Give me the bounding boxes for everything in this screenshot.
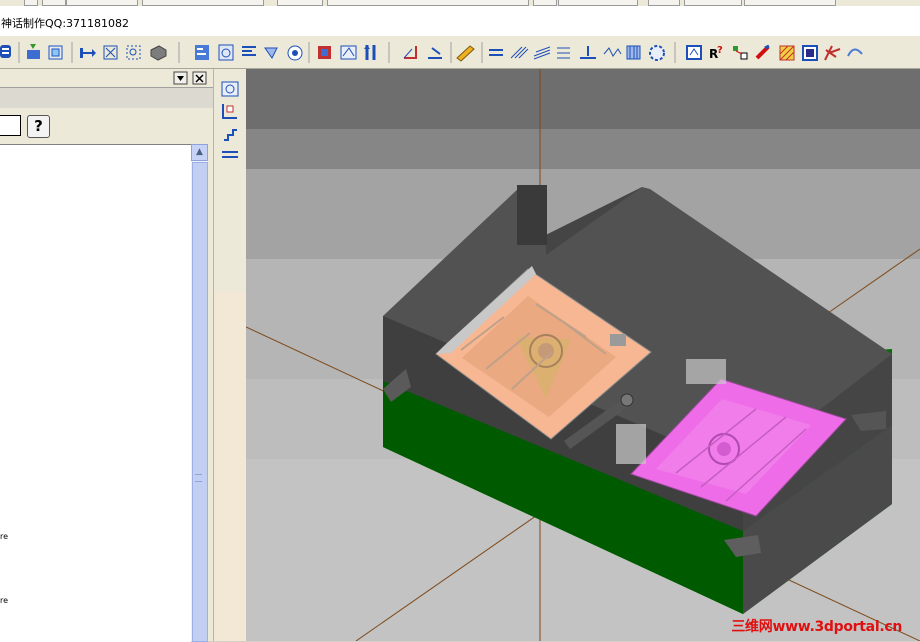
- hatch-2-icon[interactable]: [533, 46, 551, 60]
- view-icon[interactable]: [340, 45, 357, 60]
- join-icon[interactable]: [80, 48, 96, 58]
- svg-text:?: ?: [717, 45, 723, 56]
- toolbar-icons: R?: [0, 42, 863, 63]
- settings-icon[interactable]: [218, 44, 234, 61]
- feature-tree-panel: ? re re ▲: [0, 69, 213, 642]
- line-icon[interactable]: [489, 49, 503, 56]
- fit-icon[interactable]: [103, 45, 118, 60]
- list-icon[interactable]: [242, 46, 256, 56]
- bg-band: [246, 69, 920, 129]
- panel-close-icon[interactable]: [192, 71, 207, 85]
- dimension-icon[interactable]: [428, 47, 442, 59]
- filter-input[interactable]: [0, 115, 21, 136]
- base-icon[interactable]: [580, 46, 596, 59]
- camera-view-icon[interactable]: [221, 81, 239, 97]
- hatch-icon[interactable]: [510, 46, 529, 59]
- split-icon[interactable]: [364, 45, 376, 60]
- curve-icon[interactable]: [847, 48, 863, 57]
- panel-dropdown-icon[interactable]: [173, 71, 188, 85]
- offset-icon[interactable]: [557, 47, 570, 59]
- help-button[interactable]: ?: [27, 115, 50, 138]
- scroll-up-button[interactable]: ▲: [191, 144, 208, 161]
- solid-icon[interactable]: [150, 45, 167, 61]
- draft-icon[interactable]: [403, 46, 417, 59]
- watermark-text: 三维网www.3dportal.cn: [731, 619, 902, 635]
- probe-icon[interactable]: [755, 44, 770, 60]
- import-icon[interactable]: [27, 44, 40, 59]
- zoom-window-icon[interactable]: [126, 45, 141, 60]
- rotate-icon[interactable]: [264, 47, 278, 59]
- panel-header: [0, 69, 213, 88]
- grid-icon[interactable]: [626, 45, 641, 60]
- sketch-plane-icon[interactable]: [222, 104, 237, 119]
- side-toolbar-fill: [214, 292, 247, 641]
- analyze-icon[interactable]: [733, 46, 748, 60]
- target-icon[interactable]: [287, 45, 303, 61]
- steps-icon[interactable]: [224, 129, 237, 141]
- layer-icon[interactable]: [48, 45, 63, 60]
- fork-icon[interactable]: [824, 45, 841, 61]
- reference-icon[interactable]: R?: [709, 45, 723, 61]
- window-title: 神话制作QQ:371181082: [1, 17, 130, 30]
- tree-item-label[interactable]: re: [0, 596, 8, 605]
- box-icon[interactable]: [802, 45, 818, 61]
- book-icon[interactable]: [686, 45, 702, 60]
- pattern-icon[interactable]: [195, 45, 209, 60]
- bg-band: [246, 129, 920, 169]
- pencil-icon[interactable]: [456, 45, 475, 62]
- title-bar: 神话制作QQ:371181082: [0, 6, 920, 37]
- tree-item-label[interactable]: re: [0, 532, 8, 541]
- mold-base-icon[interactable]: [318, 46, 331, 59]
- wave-icon[interactable]: [603, 47, 622, 57]
- gear-icon[interactable]: [649, 45, 665, 61]
- main-toolbar: R?: [0, 36, 920, 69]
- panel-subheader: [0, 88, 213, 108]
- parallel-icon[interactable]: [222, 151, 238, 158]
- scroll-thumb[interactable]: [192, 162, 208, 642]
- tree-scrollbar[interactable]: ▲: [191, 144, 208, 642]
- mesh-icon[interactable]: [779, 45, 795, 61]
- feature-tree[interactable]: re re: [0, 144, 191, 642]
- side-toolbar: [213, 69, 247, 641]
- surface-icon[interactable]: [0, 45, 11, 58]
- 3d-viewport[interactable]: [246, 69, 920, 641]
- mold-scene[interactable]: [246, 69, 920, 641]
- scroll-grip-icon: [195, 474, 202, 482]
